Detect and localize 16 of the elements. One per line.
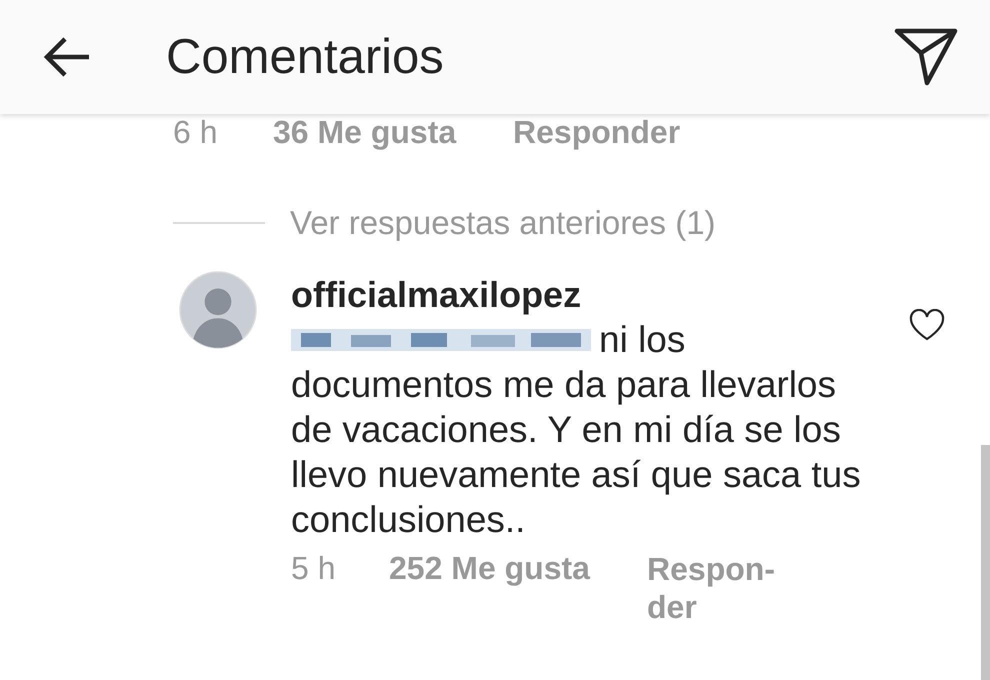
like-count[interactable]: 36 Me gusta xyxy=(273,114,513,151)
heart-icon[interactable] xyxy=(909,309,945,341)
send-icon[interactable] xyxy=(894,28,958,86)
view-replies-link[interactable]: Ver respuestas anteriores (1) xyxy=(290,204,716,242)
comment-text: documentos me da para llevarlos de vacaciones. Y en mi día se los llevo nuevamente así que saca tus conclusiones.. xyxy=(291,363,862,542)
avatar[interactable] xyxy=(179,271,257,349)
reply-link[interactable]: Responder xyxy=(513,114,680,151)
comment-time: 5 h xyxy=(291,550,336,587)
scrollbar[interactable] xyxy=(981,445,990,680)
reply-link[interactable]: Respon-der xyxy=(647,550,797,626)
comment-text: ni los xyxy=(599,318,686,362)
username[interactable]: officialmaxilopez xyxy=(291,273,881,317)
back-arrow-icon[interactable] xyxy=(43,37,91,77)
comment-time: 6 h xyxy=(173,114,218,151)
like-count[interactable]: 252 Me gusta xyxy=(389,550,647,587)
screen-title: Comentarios xyxy=(166,29,444,85)
